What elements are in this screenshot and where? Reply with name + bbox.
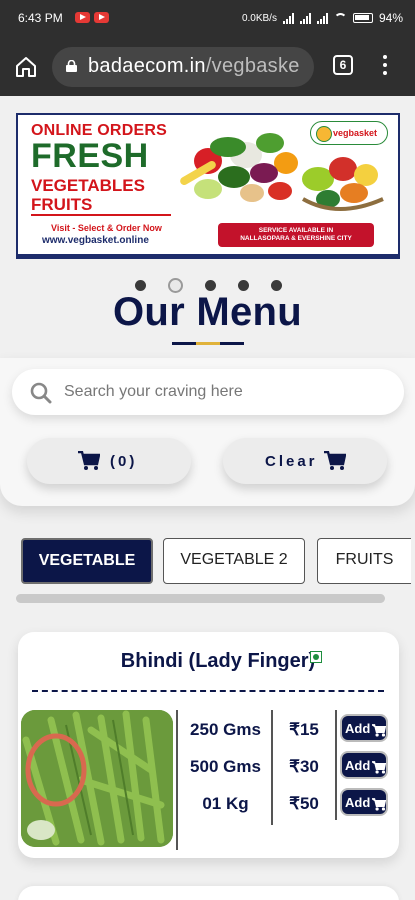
category-scrollbar[interactable] — [16, 594, 385, 603]
search-input[interactable]: Search your craving here — [12, 369, 404, 415]
search-placeholder: Search your craving here — [64, 383, 243, 400]
lock-icon — [66, 60, 77, 72]
add-label: Add — [345, 721, 371, 736]
status-time: 6:43 PM — [18, 11, 63, 25]
variant-row: 01 Kg ₹50 Add — [178, 788, 400, 818]
signal-icon — [316, 12, 328, 24]
cart-icon — [324, 451, 346, 470]
address-bar[interactable]: badaecom.in/vegbaske — [52, 47, 314, 87]
banner-line-2: FRESH — [31, 137, 149, 175]
product-name: Bhindi (Lady Finger) — [120, 650, 316, 672]
page-content: ONLINE ORDERS FRESH VEGETABLES FRUITS Vi… — [0, 96, 415, 900]
browser-toolbar: badaecom.in/vegbaske 6 — [0, 38, 415, 96]
variant-qty: 01 Kg — [202, 794, 249, 813]
url-path: /vegbaske — [205, 55, 300, 77]
add-label: Add — [345, 758, 371, 773]
battery-icon — [352, 13, 373, 23]
cart-icon — [372, 798, 386, 811]
tab-vegetable-2[interactable]: VEGETABLE 2 — [163, 538, 305, 584]
vegbasket-logo: vegbasket — [310, 121, 388, 145]
status-bar: 6:43 PM 0.0KB/s 94% — [0, 0, 415, 38]
network-speed: 0.0KB/s — [241, 12, 277, 24]
title-underline — [172, 342, 244, 345]
divider — [32, 690, 384, 692]
banner-tagline: Visit - Select & Order Now — [51, 223, 162, 233]
cart-icon — [372, 724, 386, 737]
youtube-notification-icon — [75, 12, 90, 23]
home-icon[interactable] — [14, 55, 38, 79]
next-product-card — [18, 886, 399, 900]
banner-line-3: VEGETABLES — [31, 176, 145, 195]
search-icon — [30, 382, 52, 404]
add-to-cart-button[interactable]: Add — [340, 714, 388, 742]
tab-fruits[interactable]: FRUITS — [317, 538, 411, 584]
clear-cart-button[interactable]: Clear — [223, 438, 387, 484]
banner-underline — [31, 214, 171, 216]
cart-count: (0) — [110, 453, 138, 470]
variant-qty: 500 Gms — [190, 757, 261, 776]
youtube-notification-icon — [94, 12, 109, 23]
add-label: Add — [345, 795, 371, 810]
tab-switcher-button[interactable]: 6 — [333, 55, 353, 75]
wifi-icon — [333, 13, 347, 23]
url-host: badaecom.in — [88, 55, 206, 77]
clear-label: Clear — [265, 453, 318, 470]
search-panel: Search your craving here (0) Clear — [0, 358, 415, 506]
battery-level: 94% — [378, 11, 403, 25]
variant-price: ₹50 — [289, 794, 319, 813]
service-line-1: SERVICE AVAILABLE IN — [258, 227, 334, 234]
variant-qty: 250 Gms — [190, 720, 261, 739]
signal-icon — [282, 12, 294, 24]
banner-line-4: FRUITS — [31, 195, 93, 214]
variant-row: 250 Gms ₹15 Add — [178, 714, 400, 744]
cart-icon — [372, 761, 386, 774]
tab-vegetable[interactable]: VEGETABLE — [21, 538, 153, 584]
promo-banner[interactable]: ONLINE ORDERS FRESH VEGETABLES FRUITS Vi… — [16, 113, 400, 259]
signal-icon — [299, 12, 311, 24]
more-options-icon[interactable] — [382, 55, 388, 77]
add-to-cart-button[interactable]: Add — [340, 751, 388, 779]
product-card: Bhindi (Lady Finger) 250 Gms ₹15 Add 500… — [18, 632, 399, 858]
variant-price: ₹15 — [289, 720, 319, 739]
banner-website: www.vegbasket.online — [42, 235, 149, 246]
okra-image — [21, 710, 173, 847]
add-to-cart-button[interactable]: Add — [340, 788, 388, 816]
url-text: badaecom.in/vegbaske — [88, 55, 300, 78]
cart-icon — [78, 451, 100, 470]
variant-price: ₹30 — [289, 757, 319, 776]
service-line-2: NALLASOPARA & EVERSHINE CITY — [240, 235, 352, 242]
view-cart-button[interactable]: (0) — [27, 438, 191, 484]
page-title: Our Menu — [112, 290, 303, 334]
product-image[interactable] — [21, 710, 173, 847]
variant-row: 500 Gms ₹30 Add — [178, 751, 400, 781]
veg-indicator-icon — [310, 651, 322, 663]
service-area-badge: SERVICE AVAILABLE IN NALLASOPARA & EVERS… — [218, 223, 374, 247]
